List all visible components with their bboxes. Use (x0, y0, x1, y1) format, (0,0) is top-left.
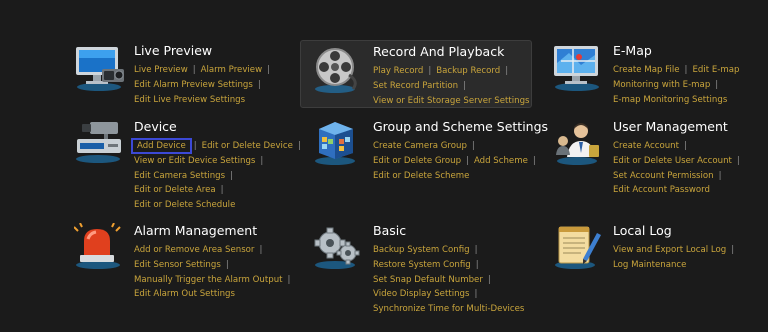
create-camera-group-link[interactable]: Create Camera Group (373, 141, 467, 151)
set-snap-default-number-link[interactable]: Set Snap Default Number (373, 275, 483, 285)
separator: | (474, 245, 478, 255)
user-admin-icon[interactable] (553, 119, 607, 169)
separator: | (257, 79, 261, 90)
view-edit-storage-server-settings-link[interactable]: View or Edit Storage Server Settings (373, 96, 530, 106)
camera-grid-cube-icon[interactable] (313, 119, 367, 169)
add-device-link[interactable]: Add Device (131, 138, 192, 154)
section-emap: E-Map Create Map File | Edit E-map Monitor… (553, 43, 763, 109)
manually-trigger-alarm-output-link[interactable]: Manually Trigger the Alarm Output (134, 275, 283, 285)
separator: | (287, 274, 291, 285)
edit-account-password-link[interactable]: Edit Account Password (613, 185, 710, 195)
section-device: Device Add Device | Edit or Delete Device |… (74, 119, 301, 213)
separator: | (684, 141, 687, 151)
alarm-management-title[interactable]: Alarm Management (134, 223, 257, 239)
monitoring-with-emap-link[interactable]: Monitoring with E-map (613, 80, 710, 90)
section-live-preview: Live Preview Live Preview | Alarm Preview |… (74, 43, 284, 109)
separator: | (487, 274, 491, 285)
live-preview-title[interactable]: Live Preview (134, 43, 212, 59)
restore-system-config-link[interactable]: Restore System Config (373, 260, 471, 270)
separator: | (193, 141, 197, 151)
separator: | (225, 259, 229, 270)
backup-record-link[interactable]: Backup Record (436, 66, 500, 76)
edit-sensor-settings-link[interactable]: Edit Sensor Settings (134, 260, 221, 270)
section-basic: Basic Backup System Config | Restore Syst… (313, 223, 543, 317)
separator: | (260, 155, 264, 166)
dvr-camera-icon[interactable] (74, 119, 128, 169)
edit-camera-settings-link[interactable]: Edit Camera Settings (134, 171, 225, 181)
separator: | (267, 65, 271, 75)
gears-icon[interactable] (313, 223, 367, 273)
separator: | (715, 79, 719, 90)
notepad-pencil-icon[interactable] (553, 223, 607, 273)
separator: | (736, 155, 740, 166)
separator: | (259, 245, 263, 255)
map-monitor-icon[interactable] (553, 43, 607, 93)
set-account-permission-link[interactable]: Set Account Permission (613, 171, 714, 181)
section-local-log: Local Log View and Export Local Log | Log… (553, 223, 763, 283)
separator: | (230, 170, 233, 181)
log-maintenance-link[interactable]: Log Maintenance (613, 260, 686, 270)
view-export-local-log-link[interactable]: View and Export Local Log (613, 245, 726, 255)
section-user-management: User Management Create Account | Edit or … (553, 119, 763, 199)
separator: | (471, 141, 475, 151)
basic-title[interactable]: Basic (373, 223, 406, 239)
alarm-preview-link[interactable]: Alarm Preview (201, 65, 262, 75)
edit-emap-link[interactable]: Edit E-map (692, 65, 739, 75)
section-record-playback: Record And Playback Play Record | Backup R… (300, 40, 532, 108)
play-record-link[interactable]: Play Record (373, 66, 423, 76)
separator: | (718, 170, 722, 181)
edit-alarm-preview-settings-link[interactable]: Edit Alarm Preview Settings (134, 80, 253, 90)
video-display-settings-link[interactable]: Video Display Settings (373, 289, 469, 299)
emap-title[interactable]: E-Map (613, 43, 652, 59)
separator: | (463, 80, 466, 91)
section-group-scheme: Group and Scheme Settings Create Camera … (313, 119, 548, 189)
separator: | (474, 289, 478, 300)
alarm-siren-icon[interactable] (73, 222, 128, 273)
separator: | (532, 155, 536, 166)
separator: | (505, 66, 509, 76)
edit-delete-area-link[interactable]: Edit or Delete Area (134, 185, 216, 195)
set-record-partition-link[interactable]: Set Record Partition (373, 81, 458, 91)
film-reel-icon[interactable] (313, 45, 367, 95)
edit-delete-device-link[interactable]: Edit or Delete Device (202, 141, 293, 151)
group-scheme-title[interactable]: Group and Scheme Settings (373, 119, 548, 135)
local-log-title[interactable]: Local Log (613, 223, 672, 239)
record-playback-title[interactable]: Record And Playback (373, 44, 504, 60)
section-alarm-management: Alarm Management Add or Remove Area Sens… (73, 222, 296, 303)
add-remove-area-sensor-link[interactable]: Add or Remove Area Sensor (134, 245, 254, 255)
separator: | (297, 141, 301, 151)
edit-delete-scheme-link[interactable]: Edit or Delete Scheme (373, 171, 469, 181)
separator: | (684, 65, 688, 75)
add-scheme-link[interactable]: Add Scheme (474, 156, 528, 166)
create-account-link[interactable]: Create Account (613, 141, 679, 151)
device-title[interactable]: Device (134, 119, 177, 135)
synchronize-time-multi-devices-link[interactable]: Synchronize Time for Multi-Devices (373, 304, 524, 314)
separator: | (428, 66, 432, 76)
edit-delete-group-link[interactable]: Edit or Delete Group (373, 156, 461, 166)
edit-alarm-out-settings-link[interactable]: Edit Alarm Out Settings (134, 289, 235, 299)
view-edit-device-settings-link[interactable]: View or Edit Device Settings (134, 156, 255, 166)
live-preview-link[interactable]: Live Preview (134, 65, 188, 75)
monitor-camera-icon[interactable] (74, 43, 128, 93)
user-management-title[interactable]: User Management (613, 119, 728, 135)
edit-delete-schedule-link[interactable]: Edit or Delete Schedule (134, 200, 235, 210)
edit-delete-user-account-link[interactable]: Edit or Delete User Account (613, 156, 732, 166)
separator: | (731, 245, 735, 255)
separator: | (475, 259, 479, 270)
emap-monitoring-settings-link[interactable]: E-map Monitoring Settings (613, 95, 727, 105)
separator: | (466, 155, 469, 166)
edit-live-preview-settings-link[interactable]: Edit Live Preview Settings (134, 95, 245, 105)
create-map-file-link[interactable]: Create Map File (613, 65, 680, 75)
backup-system-config-link[interactable]: Backup System Config (373, 245, 470, 255)
separator: | (192, 65, 196, 75)
separator: | (220, 185, 224, 196)
